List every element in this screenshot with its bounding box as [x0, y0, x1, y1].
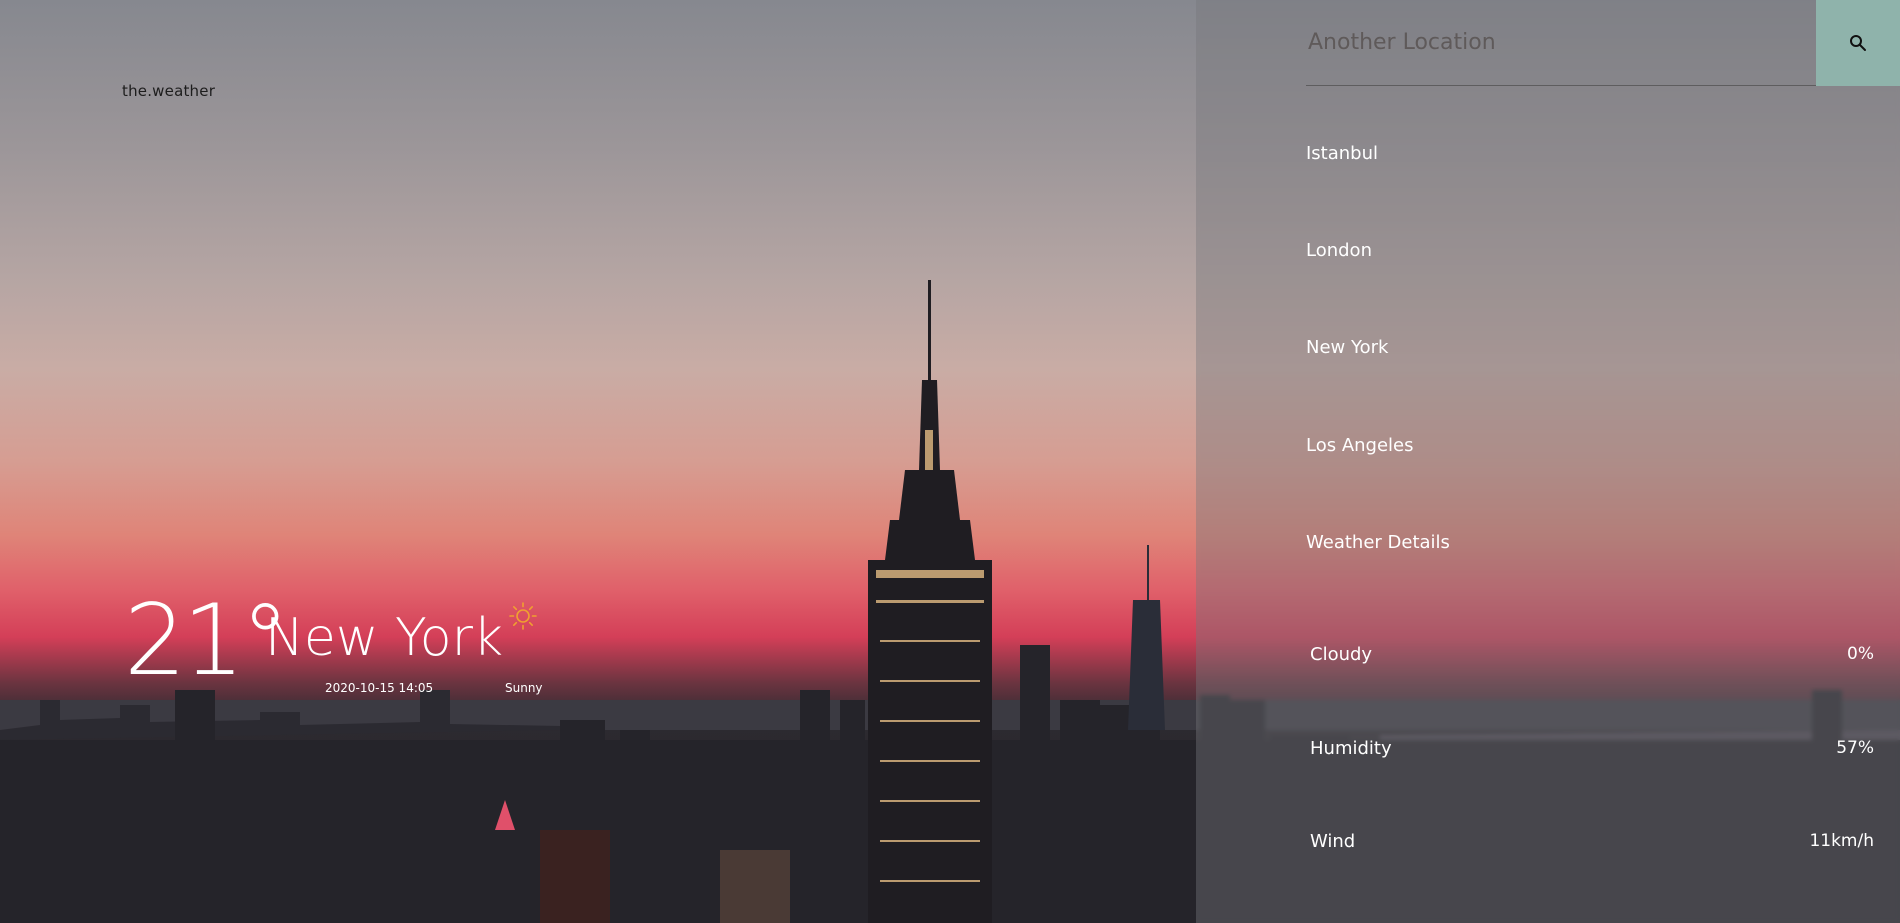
- location-item-los-angeles[interactable]: Los Angeles: [1306, 435, 1414, 456]
- current-condition: Sunny: [505, 681, 543, 695]
- detail-row-humidity: Humidity 57%: [1310, 735, 1874, 761]
- sun-icon: [508, 601, 538, 631]
- current-datetime: 2020-10-15 14:05: [325, 681, 434, 695]
- location-item-new-york[interactable]: New York: [1306, 337, 1388, 358]
- location-item-london[interactable]: London: [1306, 240, 1372, 261]
- detail-row-cloudy: Cloudy 0%: [1310, 641, 1874, 667]
- brand-logo: the.weather: [122, 82, 216, 100]
- search-button[interactable]: [1816, 0, 1900, 86]
- side-panel: Istanbul London New York Los Angeles Wea…: [1196, 0, 1900, 923]
- location-search-input[interactable]: [1306, 0, 1816, 86]
- location-item-istanbul[interactable]: Istanbul: [1306, 143, 1378, 164]
- current-city: New York: [265, 608, 504, 668]
- detail-row-wind: Wind 11km/h: [1310, 828, 1874, 854]
- detail-label: Wind: [1310, 830, 1356, 852]
- search-icon: [1850, 35, 1866, 51]
- detail-label: Cloudy: [1310, 643, 1373, 665]
- detail-value: 0%: [1847, 644, 1874, 664]
- detail-value: 57%: [1836, 738, 1874, 758]
- current-temperature: 21°: [124, 584, 290, 698]
- detail-value: 11km/h: [1809, 831, 1874, 851]
- weather-details-title: Weather Details: [1306, 532, 1450, 553]
- detail-label: Humidity: [1310, 737, 1392, 759]
